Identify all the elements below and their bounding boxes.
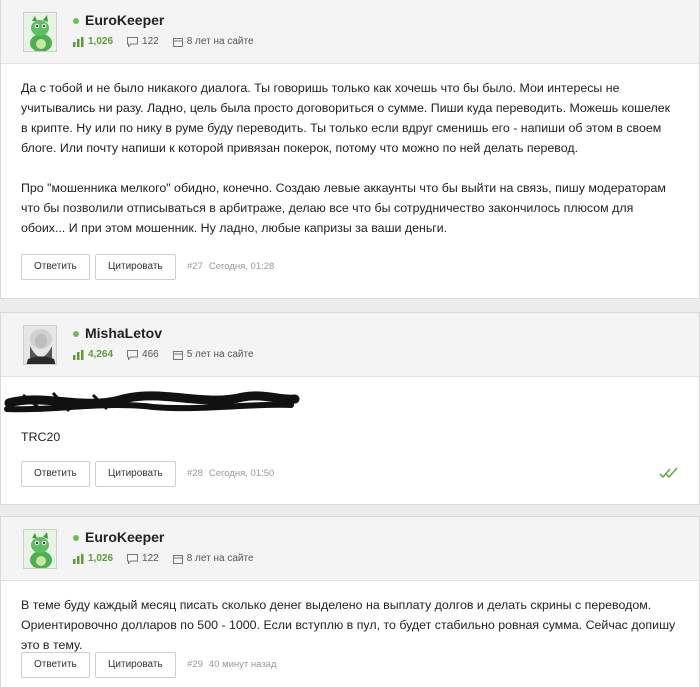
post-header: EuroKeeper 1,026 122 8 лет на сайте [1, 517, 699, 581]
calendar-icon [172, 554, 183, 564]
post-time: Сегодня, 01:28 [208, 261, 275, 272]
post-body: Да с тобой и не было никакого диалога. Т… [1, 64, 699, 254]
post-footer: Ответить Цитировать #29 40 минут назад [1, 652, 699, 687]
quote-button[interactable]: Цитировать [95, 254, 176, 280]
bar-chart-icon [73, 36, 84, 47]
tenure-value: 8 лет на сайте [186, 553, 254, 564]
reputation-stat: 1,026 [73, 36, 113, 47]
tenure-stat: 8 лет на сайте [172, 553, 254, 564]
username[interactable]: MishaLetov [85, 325, 162, 341]
double-check-icon [659, 467, 678, 479]
post-29: EuroKeeper 1,026 122 8 лет на сайте В те… [0, 516, 700, 687]
reply-button[interactable]: Ответить [21, 461, 90, 487]
username[interactable]: EuroKeeper [85, 529, 164, 545]
online-status-dot [73, 18, 79, 24]
avatar[interactable] [23, 12, 57, 52]
post-paragraph: В теме буду каждый месяц писать сколько … [21, 598, 676, 652]
calendar-icon [172, 350, 183, 360]
quote-button[interactable]: Цитировать [95, 652, 176, 678]
comment-icon [127, 553, 139, 564]
posts-count-value: 122 [142, 553, 159, 564]
reputation-value: 4,264 [88, 349, 114, 360]
posts-count-stat: 122 [127, 36, 159, 47]
post-number[interactable]: #27 [187, 261, 203, 272]
post-header: EuroKeeper 1,026 122 8 лет на сайте [1, 0, 699, 64]
post-number[interactable]: #29 [187, 659, 203, 670]
reputation-value: 1,026 [88, 36, 114, 47]
tenure-value: 8 лет на сайте [186, 36, 254, 47]
comment-icon [127, 349, 139, 360]
post-time: 40 минут назад [208, 659, 277, 670]
avatar[interactable] [23, 529, 57, 569]
post-paragraph: TRC20 [21, 430, 61, 444]
reputation-value: 1,026 [88, 553, 114, 564]
bar-chart-icon [73, 553, 84, 564]
reputation-stat: 4,264 [73, 349, 113, 360]
username[interactable]: EuroKeeper [85, 12, 164, 28]
online-status-dot [73, 331, 79, 337]
post-header: MishaLetov 4,264 466 5 лет на сайте [1, 313, 699, 377]
post-footer: Ответить Цитировать #27 Сегодня, 01:28 [1, 254, 699, 298]
post-body: В теме буду каждый месяц писать сколько … [1, 581, 699, 652]
post-number[interactable]: #28 [187, 468, 203, 479]
posts-count-stat: 466 [127, 349, 159, 360]
online-status-dot [73, 535, 79, 541]
user-stats: 1,026 122 8 лет на сайте [73, 553, 268, 564]
tenure-stat: 8 лет на сайте [172, 36, 254, 47]
post-body: TRC20 [1, 377, 699, 461]
redacted-scribble [4, 391, 300, 413]
post-27: EuroKeeper 1,026 122 8 лет на сайте Да с… [0, 0, 700, 299]
post-time: Сегодня, 01:50 [208, 468, 275, 479]
user-stats: 1,026 122 8 лет на сайте [73, 36, 268, 47]
tenure-stat: 5 лет на сайте [172, 349, 254, 360]
post-paragraph: Да с тобой и не было никакого диалога. Т… [21, 81, 671, 155]
quote-button[interactable]: Цитировать [95, 461, 176, 487]
bar-chart-icon [73, 349, 84, 360]
calendar-icon [172, 37, 183, 47]
reply-button[interactable]: Ответить [21, 254, 90, 280]
posts-count-stat: 122 [127, 553, 159, 564]
posts-count-value: 466 [142, 349, 159, 360]
post-28: MishaLetov 4,264 466 5 лет на сайте TRC2… [0, 312, 700, 505]
tenure-value: 5 лет на сайте [186, 349, 254, 360]
avatar[interactable] [23, 325, 57, 365]
reply-button[interactable]: Ответить [21, 652, 90, 678]
post-meta: #27 Сегодня, 01:28 [187, 261, 274, 272]
post-meta: #28 Сегодня, 01:50 [187, 468, 274, 479]
post-paragraph: Про "мошенника мелкого" обидно, конечно.… [21, 181, 666, 235]
user-stats: 4,264 466 5 лет на сайте [73, 349, 268, 360]
reputation-stat: 1,026 [73, 553, 113, 564]
post-footer: Ответить Цитировать #28 Сегодня, 01:50 [1, 461, 699, 505]
post-meta: #29 40 минут назад [187, 659, 277, 670]
posts-count-value: 122 [142, 36, 159, 47]
comment-icon [127, 36, 139, 47]
